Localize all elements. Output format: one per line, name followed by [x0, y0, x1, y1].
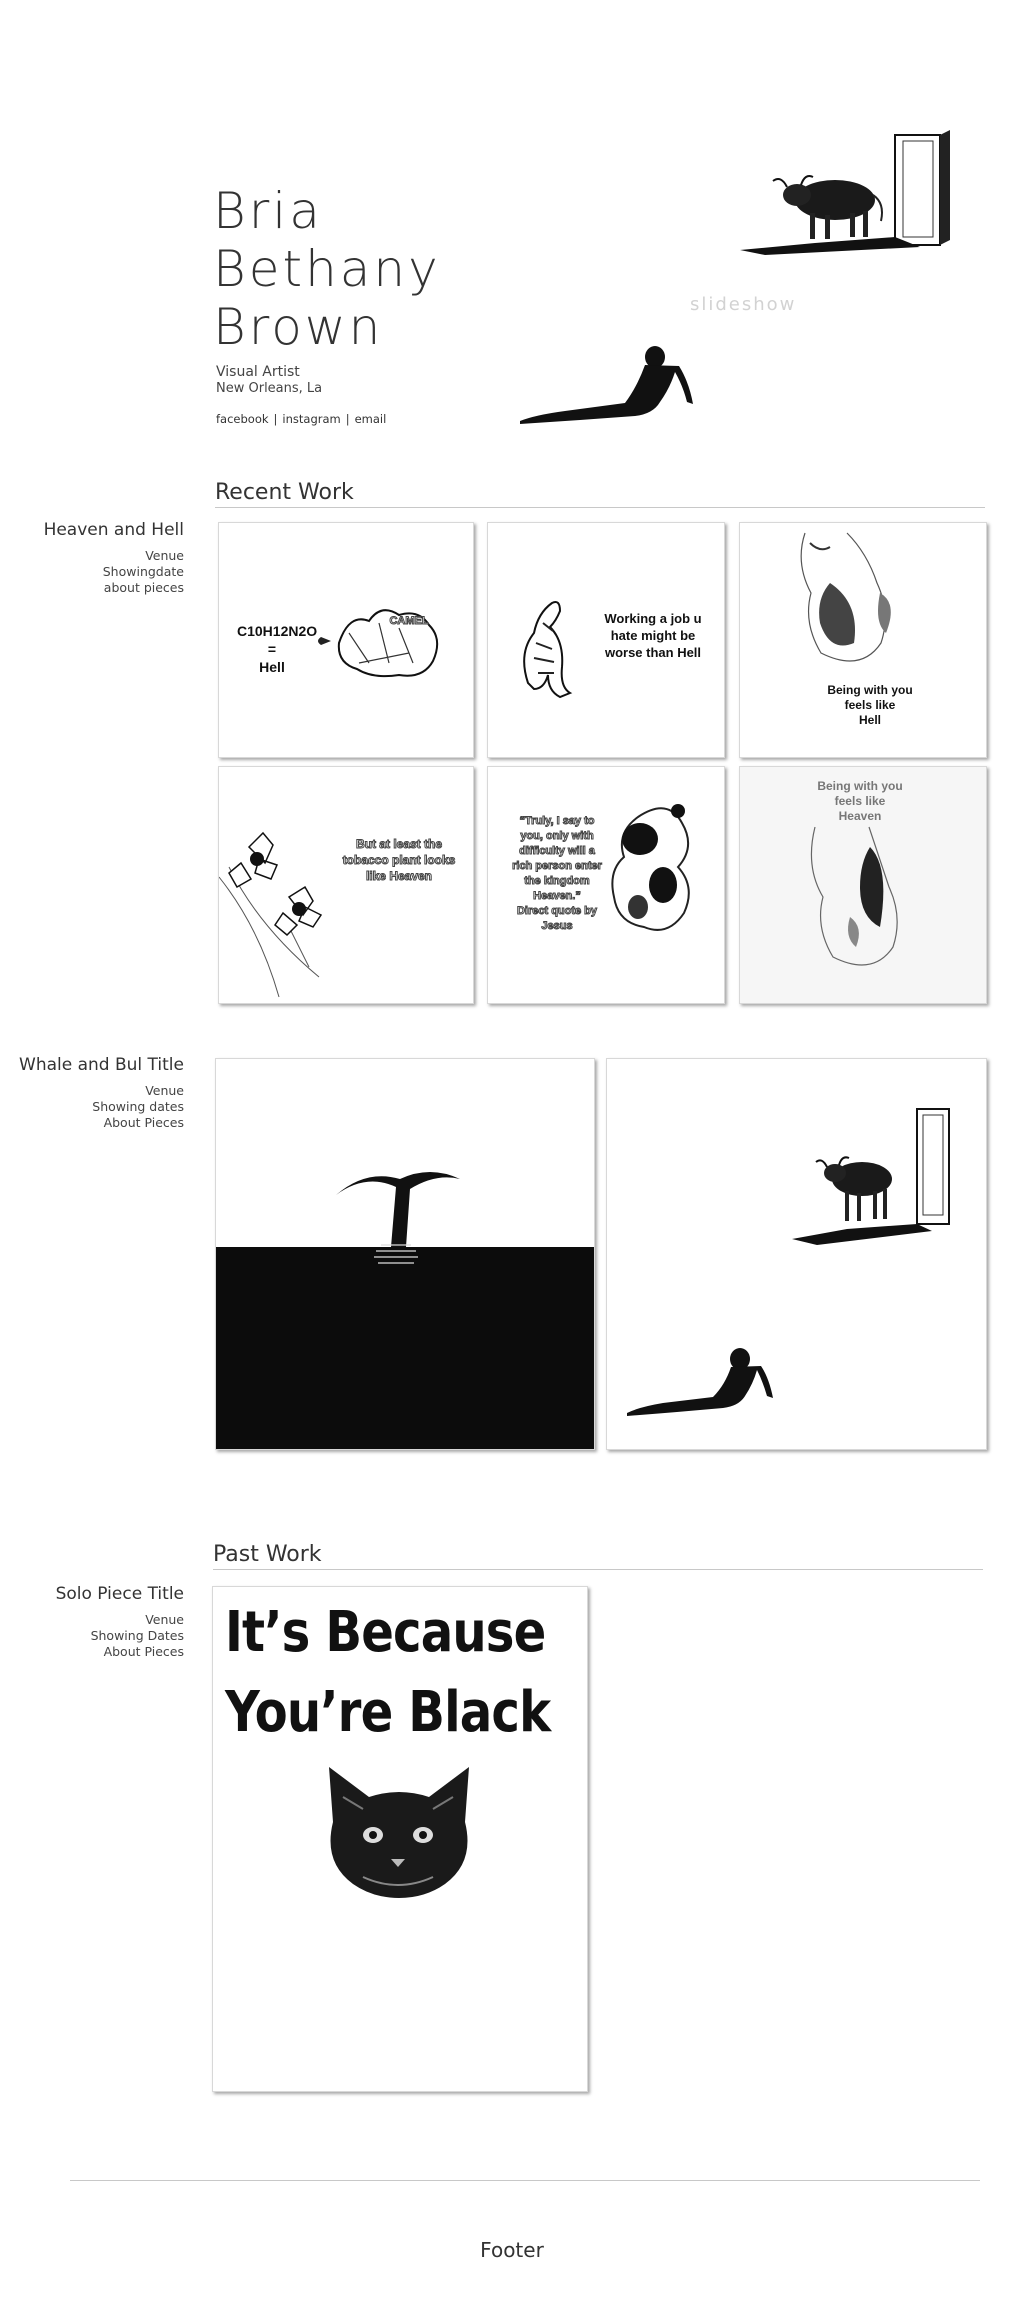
cat-face-icon: [329, 1767, 469, 1898]
series-dates: Showing dates: [92, 1099, 184, 1114]
artwork-thumbnail[interactable]: Working a job u hate might be worse than…: [487, 522, 725, 758]
artist-name-line-3: Brown: [213, 298, 384, 356]
torso-icon: [810, 826, 898, 966]
series-meta-solo-piece: Solo Piece Title Venue Showing Dates Abo…: [56, 1584, 184, 1660]
slideshow-label[interactable]: slideshow: [690, 294, 796, 315]
camel-brand-label: CAMEL: [389, 614, 429, 627]
artwork-caption-line-3: like Heaven: [365, 868, 433, 883]
series-title: Solo Piece Title: [55, 1584, 184, 1604]
slideshow-reclining-figure-icon: [520, 346, 693, 424]
artist-role: Visual Artist: [216, 364, 300, 380]
social-links: facebook | instagram | email: [216, 412, 386, 426]
series-title: Whale and Bul Title: [19, 1055, 184, 1075]
artwork-thumbnail[interactable]: [215, 1058, 595, 1450]
recent-work-divider: [215, 507, 985, 508]
footer-divider: [70, 2180, 980, 2181]
artwork-caption-line-2: hate might be: [610, 628, 696, 643]
artist-location: New Orleans, La: [216, 381, 323, 396]
recent-work-heading: Recent Work: [215, 480, 354, 505]
artist-name-line-2: Bethany: [213, 240, 441, 298]
slideshow-bull-door-icon: [740, 130, 950, 255]
artwork-caption-line-2: tobacco plant looks: [342, 852, 456, 867]
series-venue: Venue: [145, 1083, 184, 1098]
series-dates: Showing Dates: [90, 1628, 184, 1643]
footer: Footer: [480, 2238, 544, 2262]
instagram-link[interactable]: instagram: [282, 412, 340, 426]
facebook-link[interactable]: facebook: [216, 412, 269, 426]
past-work-heading: Past Work: [213, 1542, 322, 1567]
artwork-caption-line-1: Being with you: [827, 683, 913, 697]
artwork-thumbnail[interactable]: “Truly, I say to you, only with difficul…: [487, 766, 725, 1004]
artwork-thumbnail[interactable]: But at least the tobacco plant looks lik…: [218, 766, 474, 1004]
series-venue: Venue: [145, 1612, 184, 1627]
artist-name-line-1: Bria: [213, 182, 323, 240]
artwork-thumbnail[interactable]: Being with you feels like Heaven: [739, 766, 987, 1004]
email-link[interactable]: email: [355, 412, 387, 426]
panda-icon: [611, 804, 690, 931]
series-dates: Showingdate: [102, 564, 184, 579]
flower-icon: [219, 831, 323, 998]
artwork-caption-line-2: feels like: [844, 698, 896, 712]
camel-icon: [318, 609, 439, 678]
series-about: About Pieces: [103, 1115, 184, 1130]
artwork-thumbnail[interactable]: C10H12N2O = Hell CAMEL: [218, 522, 474, 758]
series-meta-heaven-and-hell: Heaven and Hell Venue Showingdate about …: [44, 520, 184, 596]
whale-tail-icon: [216, 1172, 594, 1449]
artwork-thumbnail[interactable]: [606, 1058, 987, 1450]
artwork-caption-line-3: Hell: [858, 713, 881, 727]
series-about: about pieces: [103, 580, 184, 595]
bull-door-icon: [627, 1108, 950, 1416]
artwork-caption-line-3: worse than Hell: [604, 645, 702, 660]
artwork-caption-line-1: But at least the: [355, 836, 442, 851]
social-separator: |: [345, 412, 350, 426]
past-work-divider: [213, 1569, 983, 1570]
series-about: About Pieces: [103, 1644, 184, 1659]
series-title: Heaven and Hell: [43, 520, 184, 540]
social-separator: |: [273, 412, 278, 426]
series-venue: Venue: [145, 548, 184, 563]
artwork-thumbnail[interactable]: Being with you feels like Hell: [739, 522, 987, 758]
artwork-caption-line-1: Working a job u: [604, 611, 702, 626]
artwork-thumbnail[interactable]: It’s Because You’re Black: [212, 1586, 588, 2092]
series-meta-whale-and-bull: Whale and Bul Title Venue Showing dates …: [19, 1055, 184, 1131]
